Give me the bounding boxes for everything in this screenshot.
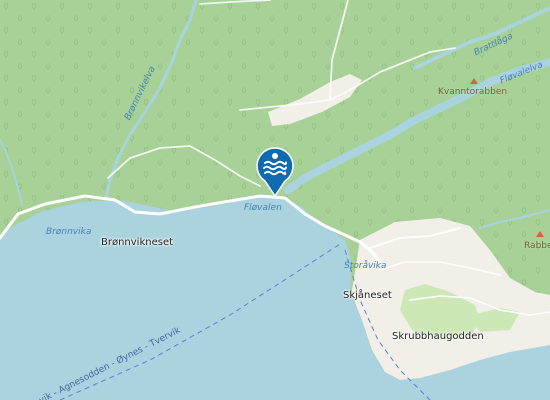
peak-icon xyxy=(536,231,544,237)
water-label-bronnvika: Brønnvika xyxy=(46,227,92,237)
peak-label-rabbe: Rabbe xyxy=(524,241,550,251)
peak-icon xyxy=(470,78,478,84)
swimming-icon xyxy=(256,147,294,198)
place-label-skjaneset: Skjåneset xyxy=(343,290,392,301)
place-label-skrubbhaugodden: Skrubbhaugodden xyxy=(392,331,484,342)
water-label-storavika: Storåvika xyxy=(344,261,387,271)
map-marker[interactable] xyxy=(253,145,297,199)
peak-label-kvanntorabben: Kvanntorabben xyxy=(438,87,508,97)
map-view[interactable]: Brønnvikneset Skjåneset Skrubbhaugodden … xyxy=(0,0,550,400)
water-label-flovalen: Fløvalen xyxy=(244,203,282,213)
place-label-bronnvikneset: Brønnvikneset xyxy=(101,237,174,248)
